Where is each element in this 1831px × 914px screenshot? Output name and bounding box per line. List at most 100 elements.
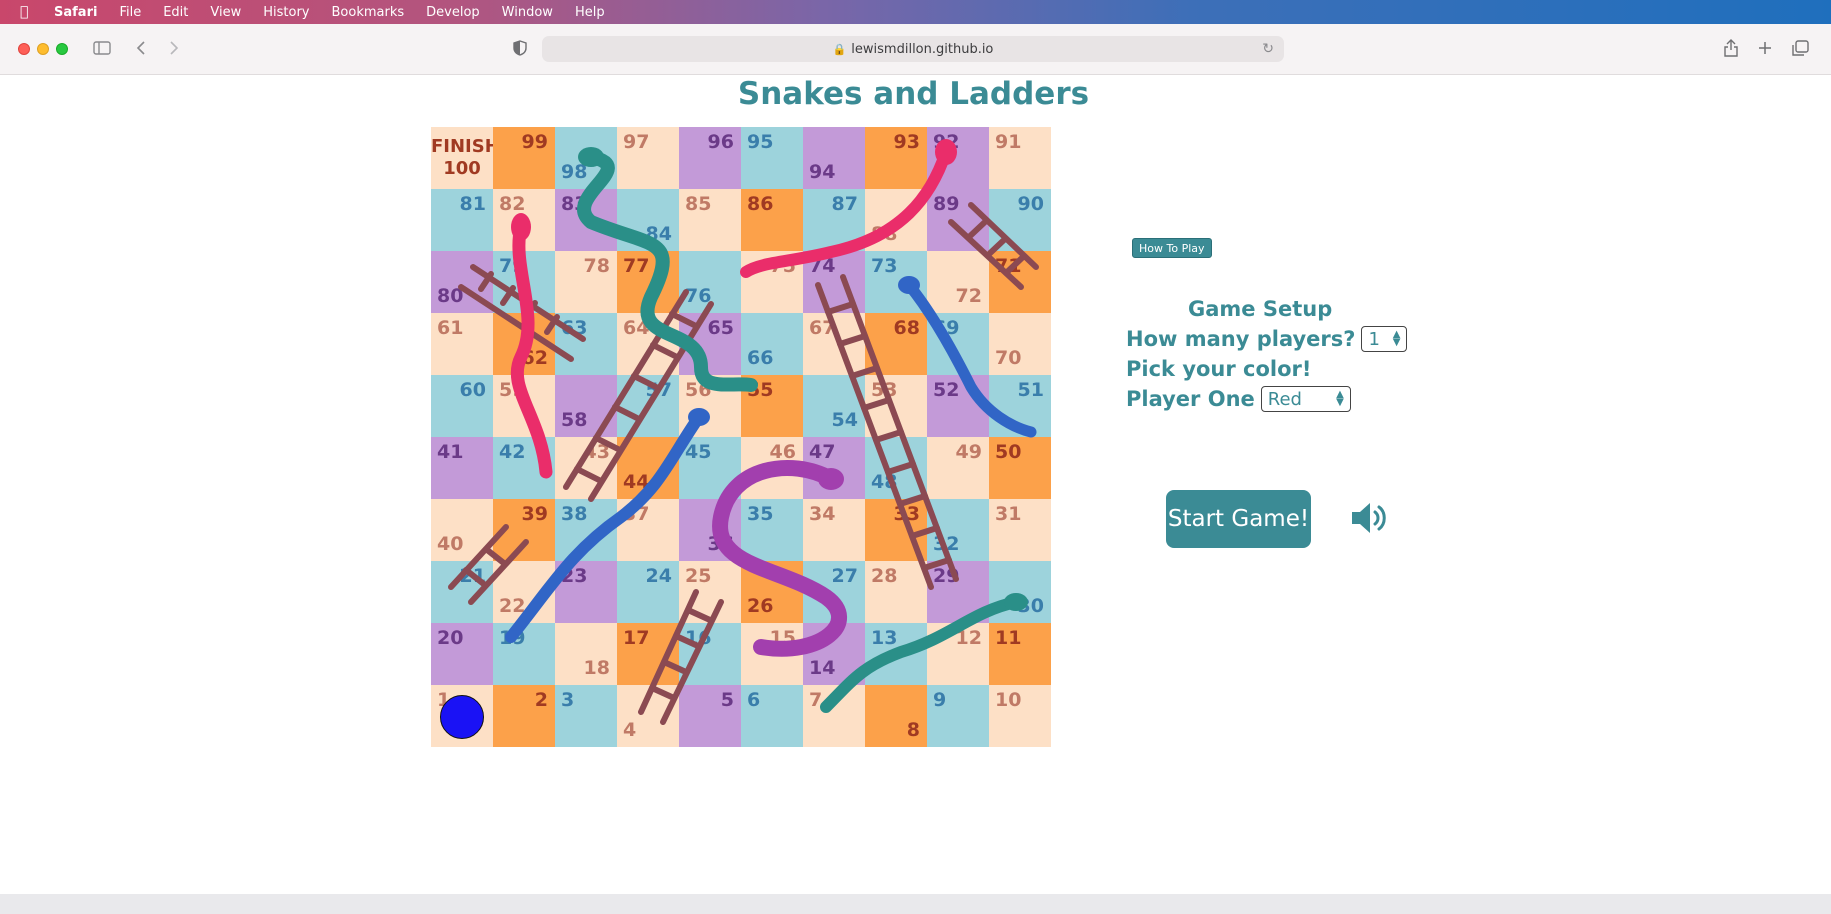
square-number: 61 bbox=[437, 317, 464, 339]
board-square: 28 bbox=[865, 561, 927, 623]
board-square: 38 bbox=[555, 499, 617, 561]
players-select[interactable]: 1 ▲ ▼ bbox=[1361, 326, 1408, 352]
board-square: 73 bbox=[865, 251, 927, 313]
square-number: 58 bbox=[561, 409, 588, 431]
reload-icon[interactable]: ↻ bbox=[1262, 41, 1274, 57]
setup-heading: Game Setup bbox=[1188, 297, 1333, 321]
board-square: 19 bbox=[493, 623, 555, 685]
tabs-overview-icon[interactable] bbox=[1792, 40, 1809, 56]
game-board: FINISH 100 99 98 97 96 95 94 93 92 91 81 82 83 84 85 86 8… bbox=[431, 127, 1051, 747]
square-number: 87 bbox=[831, 193, 858, 215]
zoom-window-button[interactable] bbox=[56, 43, 68, 55]
shield-icon[interactable] bbox=[513, 40, 527, 56]
board-square: 4 bbox=[617, 685, 679, 747]
menu-develop[interactable]: Develop bbox=[426, 5, 480, 20]
board-square: 36 bbox=[679, 499, 741, 561]
board-square: 26 bbox=[741, 561, 803, 623]
board-square: 13 bbox=[865, 623, 927, 685]
game-setup-panel: Game Setup How many players? 1 ▲ ▼ Pick y… bbox=[1126, 294, 1408, 414]
square-number: 3 bbox=[561, 689, 575, 711]
square-number: 20 bbox=[437, 627, 464, 649]
board-square: 25 bbox=[679, 561, 741, 623]
menu-help[interactable]: Help bbox=[575, 5, 605, 20]
board-square: 87 bbox=[803, 189, 865, 251]
square-number: 46 bbox=[769, 441, 796, 463]
menu-file[interactable]: File bbox=[119, 5, 141, 20]
how-to-play-button[interactable]: How To Play bbox=[1132, 238, 1212, 258]
square-number: 53 bbox=[871, 379, 898, 401]
square-number: 50 bbox=[995, 441, 1022, 463]
board-square: 81 bbox=[431, 189, 493, 251]
board-square: 93 bbox=[865, 127, 927, 189]
board-square: FINISH 100 bbox=[431, 127, 500, 189]
square-number: 15 bbox=[769, 627, 796, 649]
square-number: 34 bbox=[809, 503, 836, 525]
square-number: 83 bbox=[561, 193, 588, 215]
square-number: 4 bbox=[623, 719, 637, 741]
sidebar-icon[interactable] bbox=[93, 41, 111, 55]
web-page: Snakes and Ladders FINISH 100 99 98 97 96 95 94… bbox=[0, 76, 1831, 894]
square-number: 90 bbox=[1017, 193, 1044, 215]
square-number: 27 bbox=[831, 565, 858, 587]
menu-view[interactable]: View bbox=[210, 5, 241, 20]
forward-icon[interactable] bbox=[168, 40, 180, 56]
square-number: 23 bbox=[561, 565, 588, 587]
board-square: 9 bbox=[927, 685, 989, 747]
board-square: 6 bbox=[741, 685, 803, 747]
address-bar[interactable]: 🔒 lewismdillon.github.io ↻ bbox=[542, 36, 1284, 62]
square-number: 32 bbox=[933, 533, 960, 555]
board-square: 51 bbox=[989, 375, 1051, 437]
board-square: 44 bbox=[617, 437, 679, 499]
start-game-button[interactable]: Start Game! bbox=[1166, 490, 1311, 548]
board-square: 97 bbox=[617, 127, 679, 189]
player-token[interactable] bbox=[440, 695, 484, 739]
square-number: 51 bbox=[1017, 379, 1044, 401]
board-square: 77 bbox=[617, 251, 679, 313]
square-number: 91 bbox=[995, 131, 1022, 153]
menu-bookmarks[interactable]: Bookmarks bbox=[332, 5, 405, 20]
square-number: 37 bbox=[623, 503, 650, 525]
square-number: 79 bbox=[499, 255, 526, 277]
board-square: 83 bbox=[555, 189, 617, 251]
menu-edit[interactable]: Edit bbox=[163, 5, 188, 20]
square-number: 6 bbox=[747, 689, 761, 711]
square-number: 56 bbox=[685, 379, 712, 401]
apple-icon[interactable]:  bbox=[20, 4, 36, 20]
board-square: 85 bbox=[679, 189, 741, 251]
board-square: 96 bbox=[679, 127, 741, 189]
square-number: 22 bbox=[499, 595, 526, 617]
board-square: 24 bbox=[617, 561, 679, 623]
board-square: 10 bbox=[989, 685, 1051, 747]
board-square: 17 bbox=[617, 623, 679, 685]
player-one-color-select[interactable]: Red ▲ ▼ bbox=[1260, 386, 1351, 412]
board-square: 76 bbox=[679, 251, 741, 313]
board-square: 53 bbox=[865, 375, 927, 437]
stepper-arrows-icon: ▲ ▼ bbox=[1392, 329, 1401, 348]
board-square: 66 bbox=[741, 313, 803, 375]
square-number: 12 bbox=[955, 627, 982, 649]
back-icon[interactable] bbox=[135, 40, 147, 56]
close-window-button[interactable] bbox=[18, 43, 30, 55]
square-number: 66 bbox=[747, 347, 774, 369]
square-number: 14 bbox=[809, 657, 836, 679]
board-grid: FINISH 100 99 98 97 96 95 94 93 92 91 81 82 83 84 85 86 8… bbox=[431, 127, 1051, 747]
square-number: 78 bbox=[583, 255, 610, 277]
speaker-icon[interactable] bbox=[1350, 499, 1392, 537]
lock-icon: 🔒 bbox=[832, 42, 847, 56]
menu-window[interactable]: Window bbox=[502, 5, 553, 20]
menu-app-name[interactable]: Safari bbox=[54, 5, 97, 20]
square-number: 72 bbox=[955, 285, 982, 307]
stepper-arrows-icon: ▲ ▼ bbox=[1336, 389, 1344, 408]
new-tab-icon[interactable] bbox=[1758, 41, 1772, 55]
square-number: 47 bbox=[809, 441, 836, 463]
board-square: 41 bbox=[431, 437, 493, 499]
share-icon[interactable] bbox=[1723, 38, 1739, 58]
menu-history[interactable]: History bbox=[263, 5, 309, 20]
square-number: 42 bbox=[499, 441, 526, 463]
players-row: How many players? 1 ▲ ▼ bbox=[1126, 324, 1408, 354]
square-number: 81 bbox=[459, 193, 486, 215]
board-square: 48 bbox=[865, 437, 927, 499]
minimize-window-button[interactable] bbox=[37, 43, 49, 55]
board-square: 7 bbox=[803, 685, 865, 747]
board-square: 8 bbox=[865, 685, 927, 747]
